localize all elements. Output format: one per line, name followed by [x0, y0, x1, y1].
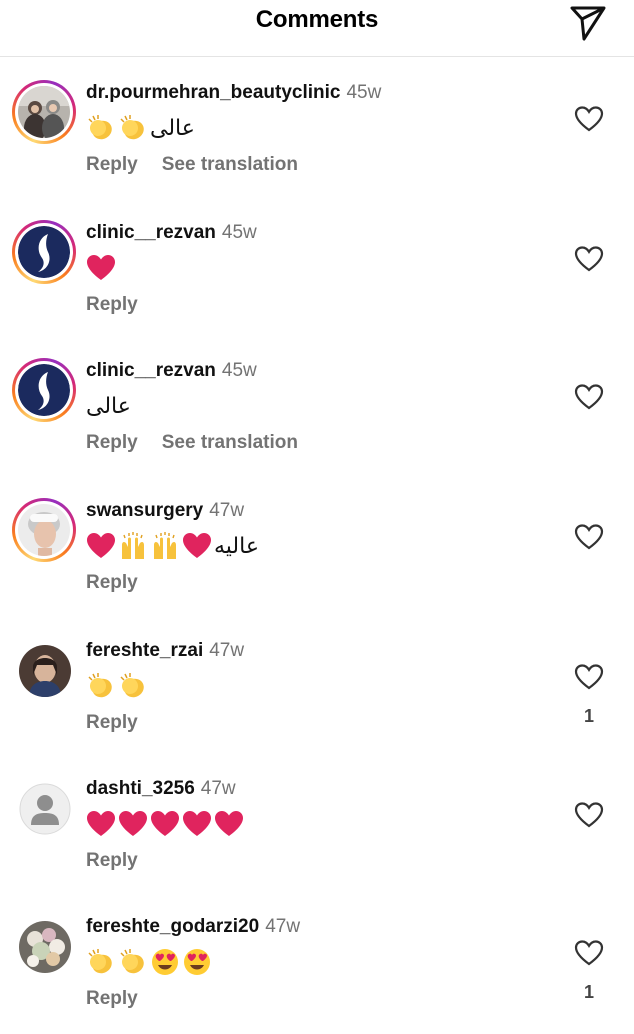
like-button[interactable]	[574, 382, 604, 412]
avatar[interactable]	[12, 80, 76, 144]
like-count: 1	[583, 982, 594, 1002]
comment-message: عالی	[86, 393, 131, 419]
comments-header: Comments	[0, 0, 634, 57]
timestamp: 47w	[209, 640, 245, 661]
red-heart-icon	[86, 809, 116, 839]
like-button[interactable]	[574, 800, 604, 830]
username[interactable]: clinic__rezvan	[86, 222, 216, 243]
comment-item: fereshte_rzai 47w Reply 1	[0, 620, 634, 758]
like-button[interactable]	[574, 522, 604, 552]
timestamp: 45w	[346, 82, 382, 103]
clapping-hands-icon	[86, 671, 116, 701]
clapping-hands-icon	[118, 947, 148, 977]
clapping-hands-icon	[86, 113, 116, 143]
timestamp: 47w	[265, 916, 301, 937]
raising-hands-icon	[150, 531, 180, 561]
like-button[interactable]	[574, 244, 604, 274]
comment-text: عالی	[86, 112, 195, 144]
comment-message: عالیه	[214, 533, 259, 559]
red-heart-icon	[182, 531, 212, 561]
avatar[interactable]	[12, 498, 76, 562]
comment-item: clinic__rezvan 45w Reply	[0, 202, 634, 340]
username[interactable]: fereshte_godarzi20	[86, 916, 259, 937]
comment-text: عالی	[86, 390, 131, 422]
red-heart-icon	[182, 809, 212, 839]
username[interactable]: fereshte_rzai	[86, 640, 203, 661]
comment-text	[86, 252, 116, 284]
page-title: Comments	[255, 6, 379, 33]
see-translation-button[interactable]: See translation	[162, 432, 298, 453]
default-profile-icon	[19, 783, 71, 835]
avatar[interactable]	[12, 638, 76, 702]
red-heart-icon	[86, 531, 116, 561]
timestamp: 47w	[209, 500, 245, 521]
reply-button[interactable]: Reply	[86, 712, 138, 733]
heart-outline-icon	[574, 802, 604, 828]
like-count: 1	[583, 706, 594, 726]
see-translation-button[interactable]: See translation	[162, 154, 298, 175]
comment-item: dashti_3256 47w Reply	[0, 758, 634, 896]
heart-outline-icon	[574, 384, 604, 410]
heart-outline-icon	[574, 664, 604, 690]
comment-text	[86, 670, 148, 702]
raising-hands-icon	[118, 531, 148, 561]
comment-text	[86, 808, 244, 840]
username[interactable]: dr.pourmehran_beautyclinic	[86, 82, 340, 103]
heart-eyes-face-icon	[150, 947, 180, 977]
clapping-hands-icon	[118, 671, 148, 701]
avatar[interactable]	[12, 358, 76, 422]
heart-outline-icon	[574, 524, 604, 550]
clapping-hands-icon	[86, 947, 116, 977]
comment-item: fereshte_godarzi20 47w Reply 1	[0, 896, 634, 1034]
reply-button[interactable]: Reply	[86, 154, 138, 175]
paper-plane-icon[interactable]	[568, 2, 608, 42]
clapping-hands-icon	[118, 113, 148, 143]
comment-message: عالی	[150, 115, 195, 141]
like-button[interactable]	[574, 662, 604, 692]
heart-outline-icon	[574, 940, 604, 966]
avatar[interactable]	[12, 220, 76, 284]
username[interactable]: dashti_3256	[86, 778, 195, 799]
comment-item: clinic__rezvan 45w عالی Reply See translat…	[0, 340, 634, 478]
reply-button[interactable]: Reply	[86, 850, 138, 871]
comment-text: عالیه	[86, 530, 259, 562]
like-button[interactable]	[574, 938, 604, 968]
comment-text	[86, 946, 212, 978]
username[interactable]: clinic__rezvan	[86, 360, 216, 381]
avatar[interactable]	[12, 914, 76, 978]
avatar[interactable]	[12, 776, 76, 840]
reply-button[interactable]: Reply	[86, 988, 138, 1009]
red-heart-icon	[214, 809, 244, 839]
like-button[interactable]	[574, 104, 604, 134]
reply-button[interactable]: Reply	[86, 432, 138, 453]
red-heart-icon	[118, 809, 148, 839]
reply-button[interactable]: Reply	[86, 572, 138, 593]
timestamp: 45w	[221, 222, 257, 243]
comment-item: dr.pourmehran_beautyclinic 45w عالی Reply…	[0, 62, 634, 200]
reply-button[interactable]: Reply	[86, 294, 138, 315]
heart-outline-icon	[574, 246, 604, 272]
comment-item: swansurgery 47w عالیه Reply	[0, 480, 634, 618]
username[interactable]: swansurgery	[86, 500, 203, 521]
red-heart-icon	[150, 809, 180, 839]
heart-eyes-face-icon	[182, 947, 212, 977]
timestamp: 45w	[221, 360, 257, 381]
heart-outline-icon	[574, 106, 604, 132]
timestamp: 47w	[200, 778, 236, 799]
red-heart-icon	[86, 253, 116, 283]
